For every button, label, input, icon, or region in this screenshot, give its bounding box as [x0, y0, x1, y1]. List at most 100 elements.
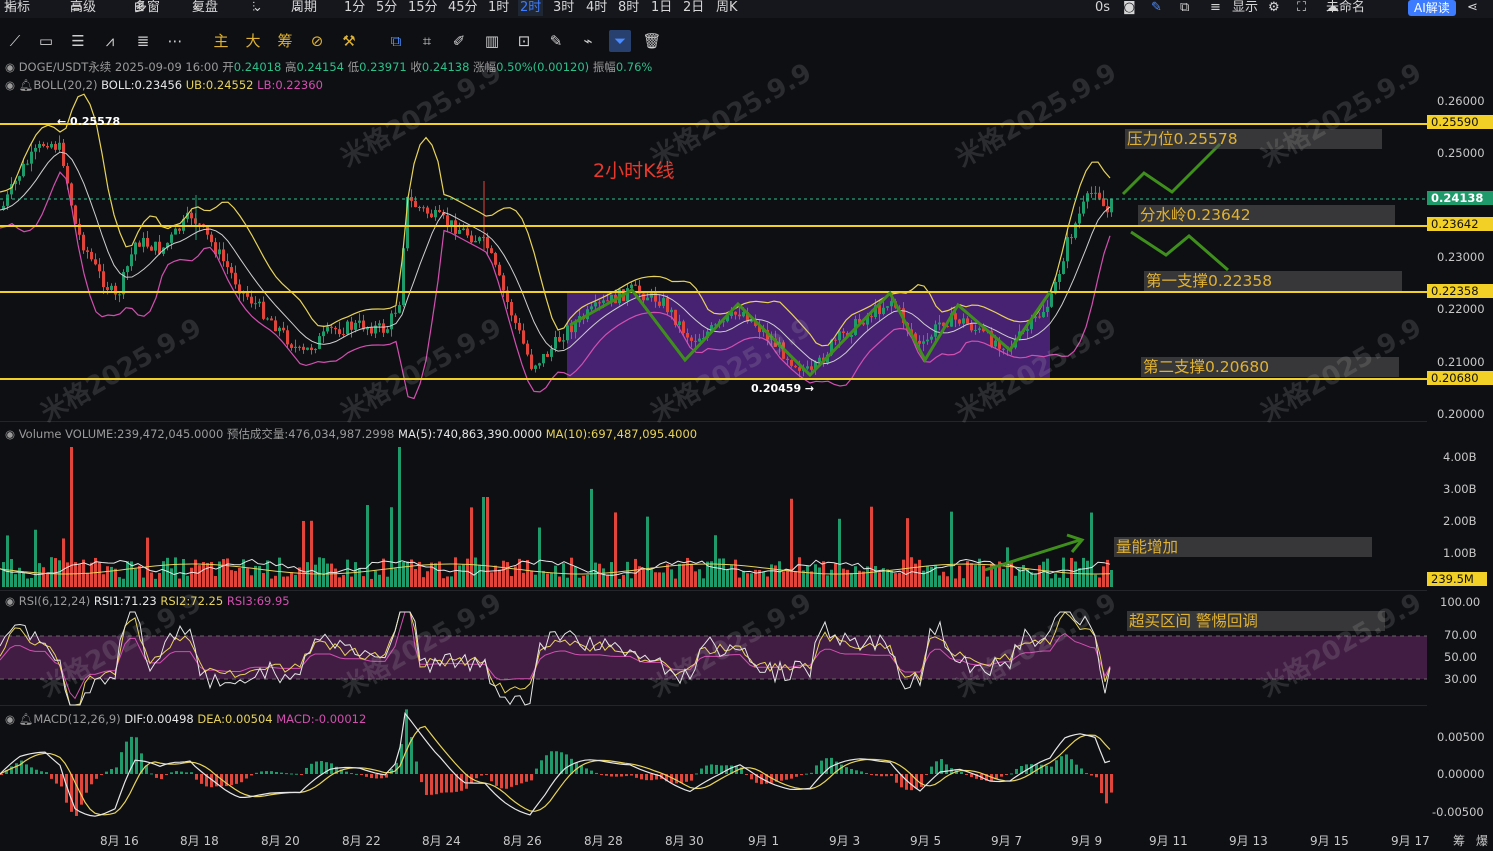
price-tick: 0.23000	[1437, 250, 1485, 264]
date-tick: 8月 26	[503, 834, 542, 848]
candle-body	[414, 200, 417, 207]
macd-histogram-bar	[270, 771, 273, 774]
macd-histogram-bar	[40, 771, 43, 774]
volume-bar	[322, 558, 325, 587]
volume-bar	[966, 561, 969, 587]
candle-body	[46, 146, 49, 148]
macd-histogram-bar	[160, 774, 163, 780]
candle-body	[234, 272, 237, 285]
macd-histogram-bar	[435, 774, 438, 795]
annotation-pivot[interactable]: 分水岭0.23642	[1138, 205, 1395, 225]
date-tick: 8月 22	[342, 834, 381, 848]
volume-bar	[230, 570, 233, 587]
volume-bar	[762, 571, 765, 587]
volume-bar	[890, 570, 893, 587]
annotation-support2[interactable]: 第二支撑0.20680	[1141, 357, 1399, 377]
macd-tick: 0.00000	[1437, 767, 1485, 781]
candle-body	[138, 242, 141, 247]
macd-histogram-bar	[700, 768, 703, 774]
volume-bar	[206, 562, 209, 587]
volume-bar	[522, 572, 525, 587]
annotation-resistance[interactable]: 压力位0.25578	[1125, 129, 1382, 149]
volume-bar	[570, 557, 573, 587]
candle-body	[262, 301, 265, 319]
macd-histogram-bar	[255, 772, 258, 774]
liquidation-corner-button[interactable]: 爆	[1476, 832, 1488, 849]
macd-histogram-bar	[55, 774, 58, 784]
candle-body	[806, 366, 809, 369]
volume-bar	[526, 559, 529, 587]
macd-histogram-bar	[610, 774, 613, 777]
date-tick: 9月 3	[829, 834, 861, 848]
rsi-tick: 70.00	[1444, 628, 1477, 642]
volume-bar	[582, 575, 585, 587]
candle-body	[26, 163, 29, 165]
macd-histogram-bar	[25, 764, 28, 774]
volume-bar	[306, 562, 309, 587]
volume-bar	[26, 578, 29, 587]
volume-bar	[810, 571, 813, 587]
candle-body	[86, 250, 89, 252]
volume-tick: 1.00B	[1443, 546, 1477, 560]
volume-bar	[214, 576, 217, 587]
candle-body	[210, 234, 213, 243]
volume-bar	[22, 571, 25, 587]
rsi-tick: 100.00	[1440, 595, 1481, 609]
macd-histogram-bar	[185, 772, 188, 774]
volume-bar	[982, 565, 985, 587]
volume-bar	[626, 561, 629, 587]
candle-body	[842, 331, 845, 333]
price-tick: 0.26000	[1437, 94, 1485, 108]
volume-bar	[178, 578, 181, 587]
volume-bar	[1098, 577, 1101, 587]
annotation-support1[interactable]: 第一支撑0.22358	[1144, 271, 1402, 291]
volume-bar	[454, 557, 457, 587]
consolidation-range-box	[567, 293, 1050, 379]
candle-body	[314, 348, 317, 351]
macd-histogram-bar	[155, 774, 158, 778]
candle-body	[494, 253, 497, 265]
volume-bar	[138, 565, 141, 587]
macd-histogram-bar	[430, 774, 433, 795]
volume-bar	[6, 535, 9, 587]
candle-body	[58, 142, 61, 150]
candle-body	[466, 228, 469, 236]
annotation-volume[interactable]: 量能增加	[1114, 537, 1372, 557]
annotation-rsi[interactable]: 超买区间 警惕回调	[1127, 611, 1385, 631]
candle-body	[1038, 316, 1041, 318]
candle-body	[742, 312, 745, 317]
volume-bar	[746, 573, 749, 587]
macd-histogram-bar	[360, 774, 363, 775]
candle-body	[34, 147, 37, 152]
macd-histogram-bar	[1080, 768, 1083, 774]
macd-histogram-bar	[745, 774, 748, 775]
macd-histogram-bar	[1000, 774, 1003, 777]
price-tick: 0.20000	[1437, 407, 1485, 421]
volume-bar	[318, 557, 321, 587]
macd-histogram-bar	[260, 771, 263, 774]
candle-body	[226, 261, 229, 268]
volume-bar	[134, 568, 137, 587]
candle-body	[302, 346, 305, 350]
volume-bar	[314, 564, 317, 587]
candle-body	[918, 340, 921, 344]
volume-bar	[730, 564, 733, 587]
candle-body	[1042, 312, 1045, 318]
candle-body	[90, 251, 93, 260]
volume-bar	[466, 558, 469, 587]
candle-body	[1082, 201, 1085, 214]
volume-bar	[574, 566, 577, 587]
volume-bar	[554, 565, 557, 587]
volume-bar	[774, 565, 777, 587]
share-icon[interactable]: ⋖	[1467, 0, 1478, 16]
volume-bar	[14, 574, 17, 587]
chart-canvas[interactable]	[0, 0, 1427, 828]
macd-histogram-bar	[555, 751, 558, 774]
candle-body	[82, 234, 85, 251]
macd-histogram-bar	[1005, 774, 1008, 775]
candle-body	[534, 365, 537, 369]
candle-body	[1046, 306, 1049, 313]
volume-bar	[714, 535, 717, 587]
chip-corner-button[interactable]: 筹	[1453, 832, 1465, 849]
candle-body	[398, 305, 401, 313]
